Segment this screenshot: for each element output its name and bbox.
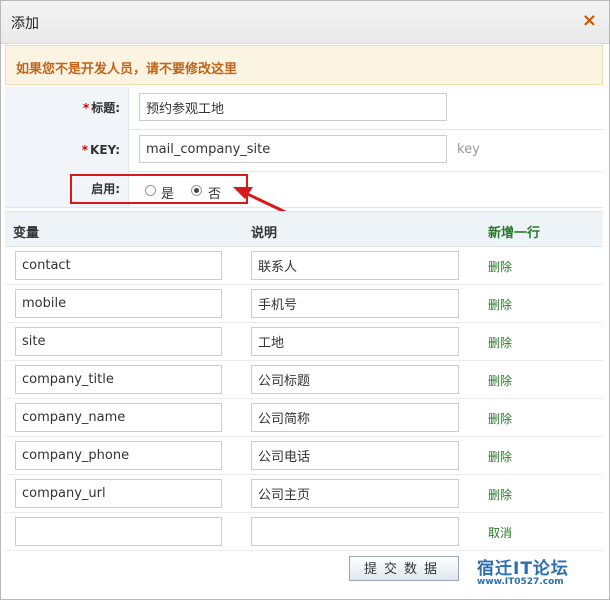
delete-row-link[interactable]: 删除 — [488, 296, 512, 313]
variable-input[interactable] — [15, 517, 222, 546]
variables-table-header: 变量 说明 新增一行 — [5, 211, 603, 247]
table-row: 删除 — [5, 322, 603, 361]
variable-input[interactable] — [15, 365, 222, 394]
description-input[interactable] — [251, 289, 459, 318]
variable-input[interactable] — [15, 441, 222, 470]
table-row: 删除 — [5, 398, 603, 437]
cancel-row-link[interactable]: 取消 — [488, 524, 512, 541]
add-row-link[interactable]: 新增一行 — [488, 222, 540, 241]
header-variable: 变量 — [13, 226, 40, 241]
table-row: 删除 — [5, 360, 603, 399]
table-row: 删除 — [5, 474, 603, 513]
variable-input[interactable] — [15, 251, 222, 280]
description-input[interactable] — [251, 251, 459, 280]
description-input[interactable] — [251, 365, 459, 394]
watermark-title: 宿迁IT论坛 — [477, 559, 569, 579]
variable-input[interactable] — [15, 289, 222, 318]
table-row-new: 取消 — [5, 512, 603, 551]
variable-input[interactable] — [15, 327, 222, 356]
header-description: 说明 — [251, 226, 278, 241]
submit-button[interactable]: 提交数据 — [349, 556, 459, 581]
table-row: 删除 — [5, 284, 603, 323]
add-dialog: 添加 × 如果您不是开发人员，请不要修改这里 *标题: *KEY: key 启用… — [0, 0, 610, 600]
table-row: 删除 — [5, 436, 603, 475]
delete-row-link[interactable]: 删除 — [488, 410, 512, 427]
description-input[interactable] — [251, 517, 459, 546]
delete-row-link[interactable]: 删除 — [488, 334, 512, 351]
description-input[interactable] — [251, 441, 459, 470]
variable-input[interactable] — [15, 403, 222, 432]
watermark-logo: 宿迁IT论坛 www.IT0527.com — [477, 554, 569, 587]
description-input[interactable] — [251, 327, 459, 356]
watermark-url: www.IT0527.com — [477, 577, 564, 587]
delete-row-link[interactable]: 删除 — [488, 258, 512, 275]
table-row: 删除 — [5, 246, 603, 285]
description-input[interactable] — [251, 479, 459, 508]
delete-row-link[interactable]: 删除 — [488, 448, 512, 465]
description-input[interactable] — [251, 403, 459, 432]
delete-row-link[interactable]: 删除 — [488, 372, 512, 389]
variable-input[interactable] — [15, 479, 222, 508]
delete-row-link[interactable]: 删除 — [488, 486, 512, 503]
